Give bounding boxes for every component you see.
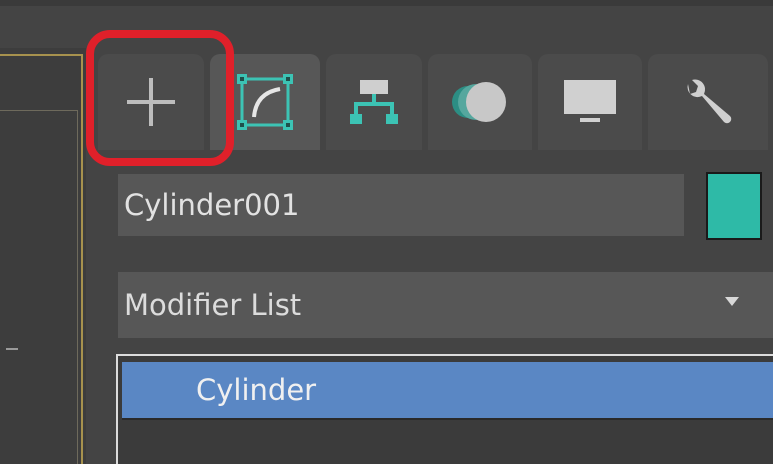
modifier-list-dropdown[interactable]: Modifier List <box>118 272 773 338</box>
object-name-row: Cylinder001 <box>98 168 773 240</box>
modifier-stack-empty-area <box>122 422 773 464</box>
tab-motion[interactable] <box>428 54 532 150</box>
viewport-inner-border <box>0 110 78 464</box>
top-shadow <box>0 0 773 6</box>
tab-utilities[interactable] <box>648 54 768 150</box>
modify-curve-icon <box>237 74 293 130</box>
command-panel-tabs <box>98 54 773 150</box>
chevron-down-icon <box>725 297 739 306</box>
tab-create[interactable] <box>98 54 204 150</box>
viewport-axis-mark <box>6 348 18 350</box>
app-window: Cylinder001 Modifier List Cylinder <box>0 0 773 464</box>
display-monitor-icon <box>564 80 616 122</box>
command-panel: Cylinder001 Modifier List Cylinder <box>98 48 773 464</box>
hierarchy-icon <box>350 80 398 124</box>
object-name-field[interactable]: Cylinder001 <box>118 174 684 236</box>
panel-divider[interactable] <box>86 48 98 464</box>
top-toolbar-strip <box>0 0 773 48</box>
tab-modify[interactable] <box>210 54 320 150</box>
viewport-left[interactable] <box>0 48 86 464</box>
motion-icon <box>452 82 506 122</box>
object-color-swatch[interactable] <box>706 172 762 240</box>
modifier-stack-item-cylinder[interactable]: Cylinder <box>122 362 773 420</box>
tab-display[interactable] <box>538 54 642 150</box>
plus-icon <box>127 78 175 126</box>
tab-hierarchy[interactable] <box>326 54 422 150</box>
modifier-stack: Cylinder <box>116 354 773 464</box>
wrench-icon <box>687 79 732 124</box>
modifier-stack-item-label: Cylinder <box>196 373 317 407</box>
modifier-list-label: Modifier List <box>124 288 302 322</box>
